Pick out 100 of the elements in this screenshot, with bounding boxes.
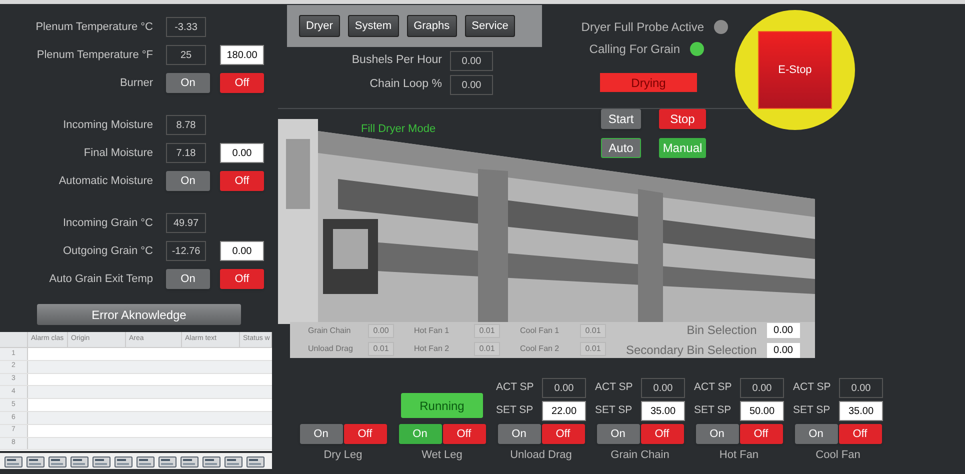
nav-tab[interactable]: Service	[464, 15, 516, 37]
bin-field[interactable]: 0.00	[766, 322, 800, 338]
setpoint-field[interactable]: 35.00	[641, 401, 685, 421]
field-label: Chain Loop %	[370, 77, 442, 92]
off-button[interactable]: Off	[442, 424, 486, 444]
status-banner: Drying	[600, 73, 697, 92]
value-display: -3.33	[166, 17, 206, 37]
value-display: 8.78	[166, 115, 206, 135]
reading-value: 0.01	[474, 324, 500, 338]
nav-tab[interactable]: System	[348, 15, 399, 37]
reading-label: Grain Chain	[308, 325, 352, 337]
reading-label: Unload Drag	[308, 343, 354, 355]
reading-value: 0.01	[368, 342, 394, 356]
value-display: 25	[166, 45, 206, 65]
motor-label: Dry Leg	[324, 448, 362, 463]
toolbar-icon[interactable]	[114, 454, 133, 468]
field-label: SET SP	[496, 403, 534, 418]
reading-value: 0.01	[474, 342, 500, 356]
error-acknowledge-button[interactable]: Error Aknowledge	[37, 304, 241, 325]
value-display: 0.00	[740, 378, 784, 398]
toolbar-icon[interactable]	[70, 454, 89, 468]
toolbar-icon[interactable]	[246, 454, 265, 468]
on-button[interactable]: On	[166, 269, 210, 289]
field-label: SET SP	[694, 403, 732, 418]
on-button[interactable]: On	[300, 424, 342, 444]
on-button[interactable]: On	[498, 424, 540, 444]
value-display: 49.97	[166, 213, 206, 233]
toolbar-icon[interactable]	[4, 454, 23, 468]
indicator-label: Dryer Full Probe Active	[581, 19, 704, 36]
off-button[interactable]: Off	[344, 424, 386, 444]
on-button[interactable]: On	[596, 424, 640, 444]
setpoint-field[interactable]: 35.00	[839, 401, 883, 421]
field-label: Incoming Grain °C	[62, 216, 154, 231]
value-display: -12.76	[166, 241, 206, 261]
toolbar-icon[interactable]	[224, 454, 243, 468]
off-button[interactable]: Off	[220, 269, 264, 289]
stop-button[interactable]: Stop	[659, 109, 706, 129]
toolbar-icon[interactable]	[136, 454, 155, 468]
off-button[interactable]: Off	[220, 171, 264, 191]
running-indicator: Running	[401, 393, 483, 418]
toolbar-icon[interactable]	[158, 454, 177, 468]
on-button[interactable]: On	[166, 171, 210, 191]
value-display: 0.00	[450, 75, 493, 95]
nav-tab[interactable]: Graphs	[406, 15, 457, 37]
field-label: SET SP	[595, 403, 634, 418]
field-label: ACT SP	[694, 380, 733, 396]
field-label: Bin Selection	[686, 322, 757, 339]
toolbar-icon[interactable]	[26, 454, 45, 468]
bin-field[interactable]: 0.00	[766, 342, 800, 358]
setpoint-field[interactable]: 0.00	[220, 241, 264, 261]
setpoint-field[interactable]: 0.00	[220, 143, 264, 163]
field-label: Secondary Bin Selection	[626, 342, 757, 358]
field-label: ACT SP	[595, 380, 634, 396]
motor-label: Unload Drag	[510, 448, 572, 463]
nav-tab[interactable]: Dryer	[299, 15, 340, 37]
field-label: Final Moisture	[82, 146, 154, 161]
reading-value: 0.01	[580, 324, 606, 338]
setpoint-field[interactable]: 180.00	[220, 45, 264, 65]
mode-button[interactable]: Auto	[601, 138, 641, 158]
reading-label: Hot Fan 1	[414, 325, 450, 337]
field-label: Plenum Temperature °C	[34, 20, 154, 35]
value-display: 7.18	[166, 143, 206, 163]
on-button[interactable]: On	[398, 424, 442, 444]
field-label: ACT SP	[793, 380, 832, 396]
off-button[interactable]: Off	[220, 73, 264, 93]
field-label: Bushels Per Hour	[352, 53, 442, 68]
start-button[interactable]: Start	[601, 109, 641, 129]
reading-value: 0.00	[368, 324, 394, 338]
toolbar-icon[interactable]	[48, 454, 67, 468]
motor-label: Cool Fan	[816, 448, 860, 463]
off-button[interactable]: Off	[740, 424, 782, 444]
off-button[interactable]: Off	[640, 424, 684, 444]
motor-label: Grain Chain	[610, 448, 670, 463]
value-display: 0.00	[450, 51, 493, 71]
setpoint-field[interactable]: 50.00	[740, 401, 784, 421]
estop-button[interactable]: E-Stop	[758, 31, 832, 109]
reading-label: Cool Fan 2	[520, 343, 560, 355]
off-button[interactable]: Off	[542, 424, 584, 444]
motor-label: Wet Leg	[422, 448, 462, 463]
on-button[interactable]: On	[696, 424, 738, 444]
reading-value: 0.01	[580, 342, 606, 356]
mode-button[interactable]: Manual	[659, 138, 706, 158]
off-button[interactable]: Off	[838, 424, 882, 444]
on-button[interactable]: On	[166, 73, 210, 93]
value-display: 0.00	[542, 378, 586, 398]
toolbar-icon[interactable]	[202, 454, 221, 468]
field-label: ACT SP	[496, 380, 535, 396]
toolbar-icon[interactable]	[180, 454, 199, 468]
field-label: Burner	[118, 76, 154, 91]
field-label: Automatic Moisture	[58, 174, 154, 189]
field-label: Auto Grain Exit Temp	[48, 272, 154, 287]
indicator-label: Calling For Grain	[589, 41, 680, 58]
on-button[interactable]: On	[794, 424, 838, 444]
setpoint-field[interactable]: 22.00	[542, 401, 586, 421]
reading-label: Hot Fan 2	[414, 343, 450, 355]
toolbar-icon[interactable]	[92, 454, 111, 468]
reading-label: Cool Fan 1	[520, 325, 560, 337]
field-label: Plenum Temperature °F	[36, 48, 154, 63]
value-display: 0.00	[641, 378, 685, 398]
value-display: 0.00	[839, 378, 883, 398]
